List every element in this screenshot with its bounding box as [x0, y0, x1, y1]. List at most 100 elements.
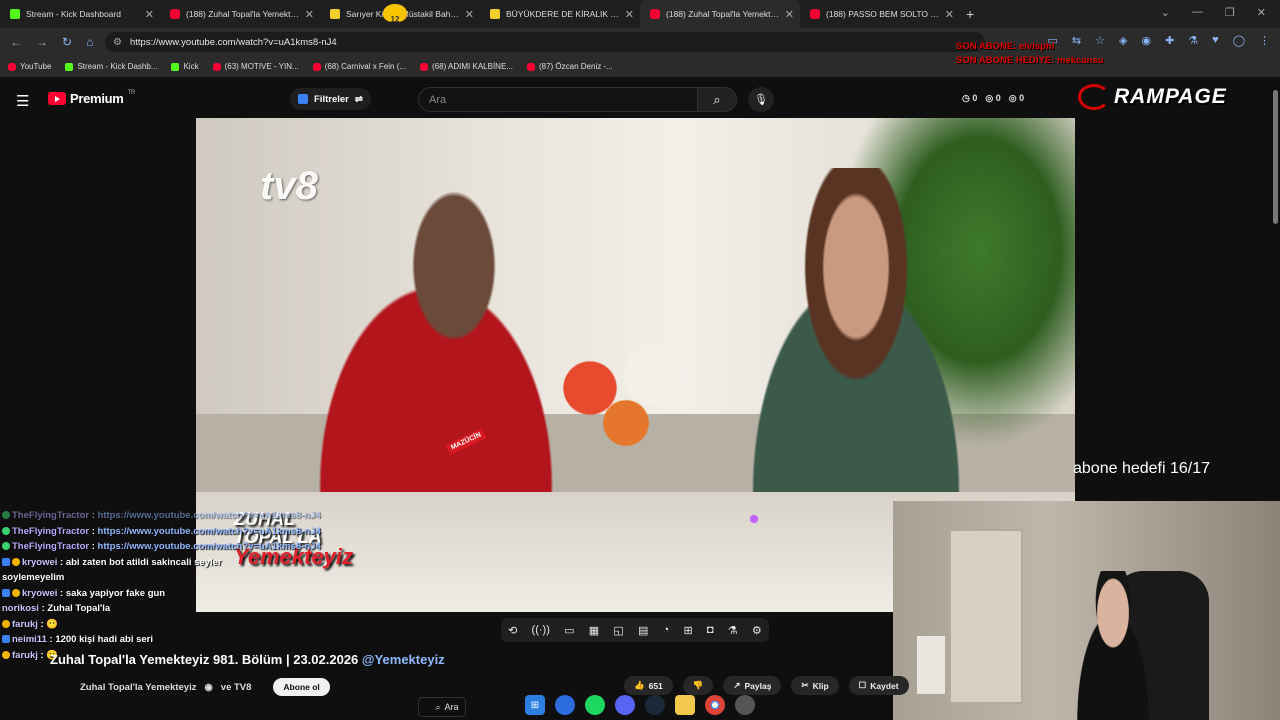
tab-youtube-yemekteyiz[interactable]: (188) Zuhal Topal'la Yemekteyiz ✕: [160, 0, 320, 28]
bookmark-kick-dashboard[interactable]: Stream - Kick Dashb...: [65, 62, 157, 71]
webcam-radiator: [917, 636, 945, 694]
settings-app-icon[interactable]: [735, 695, 755, 715]
chat-message: TheFlyingTractor : https://www.youtube.c…: [2, 515, 758, 555]
video-title: Zuhal Topal'la Yemekteyiz 981. Bölüm | 2…: [50, 652, 445, 667]
file-explorer-icon[interactable]: [675, 695, 695, 715]
puzzle-icon[interactable]: ✚: [1165, 34, 1174, 47]
address-bar[interactable]: ⚙ https://www.youtube.com/watch?v=uA1kms…: [105, 32, 985, 52]
close-icon[interactable]: ✕: [785, 8, 794, 21]
spotify-icon[interactable]: [585, 695, 605, 715]
screenshot-icon[interactable]: ◘: [707, 624, 714, 636]
sahibinden-icon: [490, 9, 500, 19]
tab-search-icon[interactable]: ⌄: [1161, 6, 1170, 19]
verified-badge-icon: [2, 542, 10, 551]
extension-icon[interactable]: ◈: [1119, 34, 1127, 47]
loop-icon[interactable]: ⟲: [508, 624, 517, 637]
bookmark-carnival[interactable]: (68) Carnival x Fein (...: [312, 62, 406, 71]
page-scrollbar[interactable]: [1273, 90, 1278, 224]
taskbar-search[interactable]: ⌕ Ara: [418, 697, 466, 717]
menu-dots-icon[interactable]: ⋮: [1259, 34, 1270, 47]
extension-icon[interactable]: ♥: [1212, 34, 1219, 47]
close-icon[interactable]: ✕: [305, 8, 314, 21]
flask-icon[interactable]: ⚗: [1188, 34, 1198, 47]
filters-button[interactable]: Filtreler ⇌: [290, 88, 371, 110]
verified-badge-icon: [2, 511, 10, 520]
mic-badge-icon: [750, 515, 758, 523]
bookmark-adimi-kalbine[interactable]: (68) ADIMI KALBİNE...: [420, 62, 513, 71]
pip-icon[interactable]: ◱: [613, 624, 623, 637]
channel-hashtag-link[interactable]: @Yemekteyiz: [362, 652, 445, 667]
search-button[interactable]: ⌕: [697, 87, 737, 112]
stream-chat-overlay: TheFlyingTractor : https://www.youtube.c…: [2, 508, 758, 663]
browser-icon[interactable]: [555, 695, 575, 715]
flask-icon[interactable]: ⚗: [728, 624, 738, 637]
theater-icon[interactable]: ▤: [638, 624, 648, 637]
hamburger-menu-icon[interactable]: ☰: [16, 92, 29, 110]
windows-start-icon[interactable]: ⊞: [525, 695, 545, 715]
kick-icon: [10, 9, 20, 19]
speed-icon[interactable]: ◔: [663, 624, 670, 636]
stat-counters: ◷ 0 ◎ 0 ◎ 0: [962, 93, 1024, 104]
microphone-icon: 🎙: [754, 94, 768, 106]
voice-search-button[interactable]: 🎙: [748, 87, 774, 112]
youtube-icon: [526, 62, 535, 71]
url-text: https://www.youtube.com/watch?v=uA1kms8-…: [129, 36, 337, 48]
site-info-icon[interactable]: ⚙: [113, 37, 122, 48]
player-extension-controls: ⟲ ((·)) ▭ ▦ ◱ ▤ ◔ ⊞ ◘ ⚗ ⚙: [501, 618, 769, 642]
bookmark-ozcan-deniz[interactable]: (87) Özcan Deniz -...: [526, 62, 613, 71]
new-tab-button[interactable]: +: [966, 6, 974, 22]
mod-badge-icon: [2, 557, 10, 566]
chrome-icon[interactable]: [705, 695, 725, 715]
chat-message: TheFlyingTractor : https://www.youtube.c…: [2, 508, 758, 524]
maximize-icon[interactable]: ❐: [1225, 6, 1235, 19]
chat-message: neimi11 : 1200 kişi hadi abi seri: [2, 632, 272, 648]
bookmark-kick[interactable]: Kick: [171, 62, 199, 71]
chat-message: farukj : 😶: [2, 617, 272, 633]
chat-message: TheFlyingTractor : https://www.youtube.c…: [2, 515, 758, 540]
profile-icon[interactable]: ◯: [1233, 34, 1245, 47]
youtube-icon: [650, 9, 660, 19]
search-input[interactable]: Ara: [418, 87, 698, 112]
close-icon[interactable]: ✕: [945, 8, 954, 21]
audio-icon[interactable]: ((·)): [532, 624, 550, 636]
add-icon[interactable]: ⊞: [683, 624, 692, 637]
close-icon[interactable]: ✕: [465, 8, 474, 21]
settings-icon[interactable]: ⚙: [752, 624, 762, 637]
tab-youtube-active[interactable]: (188) Zuhal Topal'la Yemekteyiz ✕: [640, 0, 800, 28]
youtube-icon: [420, 62, 429, 71]
streamer-webcam: [893, 501, 1280, 720]
tab-buyukdere-kiralik[interactable]: BÜYÜKDERE DE KİRALIK DAİRE✕: [480, 0, 640, 28]
tab-kick-dashboard[interactable]: Stream - Kick Dashboard ✕: [0, 0, 160, 28]
emote-icon: 😶: [46, 618, 59, 630]
bookmark-motive[interactable]: (63) MOTIVE - YIN...: [212, 62, 299, 71]
mod-badge-icon: [2, 588, 10, 597]
filter-extension-icon: [298, 94, 308, 104]
reload-icon[interactable]: ↻: [62, 35, 72, 49]
kick-icon: [65, 62, 74, 71]
close-window-icon[interactable]: ✕: [1257, 6, 1266, 19]
eye-counter: ◎ 0: [985, 93, 1001, 103]
sliders-icon: ⇌: [354, 93, 363, 105]
youtube-icon: [8, 62, 16, 71]
sub-badge-icon: [12, 588, 20, 597]
search-icon: ⌕: [713, 91, 721, 107]
film-icon[interactable]: ▦: [589, 624, 599, 637]
close-icon[interactable]: ✕: [145, 8, 154, 21]
steam-icon[interactable]: [645, 695, 665, 715]
forward-icon[interactable]: →: [36, 35, 48, 49]
sub-badge-icon: [2, 650, 10, 659]
rampage-swoosh-icon: [1078, 84, 1110, 110]
minimize-icon[interactable]: —: [1192, 6, 1203, 19]
youtube-icon: [810, 9, 820, 19]
cursor-emoji-badge: 12: [383, 4, 407, 24]
home-icon[interactable]: ⌂: [86, 35, 93, 49]
back-icon[interactable]: ←: [10, 35, 22, 49]
miniplayer-icon[interactable]: ▭: [564, 624, 574, 637]
tab-passo-bem-solto[interactable]: (188) PASSO BEM SOLTO (ULTRA✕: [800, 0, 960, 28]
mod-badge-icon: [2, 635, 10, 644]
youtube-premium-logo[interactable]: Premium TR: [48, 90, 135, 106]
bookmark-youtube[interactable]: YouTube: [8, 62, 51, 71]
close-icon[interactable]: ✕: [625, 8, 634, 21]
extension-icon[interactable]: ◉: [1141, 34, 1151, 47]
discord-icon[interactable]: [615, 695, 635, 715]
